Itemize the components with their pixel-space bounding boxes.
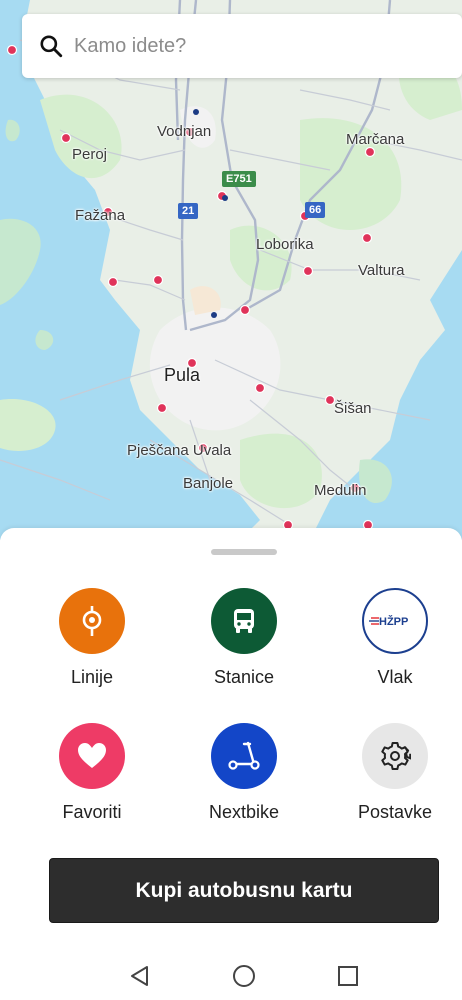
menu-item-stanice[interactable]: Stanice: [184, 588, 304, 688]
recents-icon[interactable]: [334, 962, 362, 990]
scooter-icon: [211, 723, 277, 789]
menu-label-postavke: Postavke: [357, 802, 433, 822]
bottom-sheet: Linije Stanice HŽPP Vlak Favoriti Nextbi…: [0, 528, 462, 952]
buy-ticket-button[interactable]: Kupi autobusnu kartu: [49, 858, 439, 923]
road-shield-21: 21: [178, 203, 199, 219]
place-label-pjescana-uvala: Pješčana Uvala: [127, 442, 232, 459]
road-shield-e751: E751: [222, 171, 256, 187]
place-label-marcana: Marčana: [346, 131, 405, 148]
place-label-valtura: Valtura: [358, 262, 405, 279]
menu-item-linije[interactable]: Linije: [32, 588, 152, 688]
route-pin-icon: [59, 588, 125, 654]
place-label-medulin: Medulin: [314, 482, 367, 499]
place-label-banjole: Banjole: [183, 475, 234, 492]
menu-item-nextbike[interactable]: Nextbike: [184, 723, 304, 823]
place-label-pula: Pula: [164, 365, 201, 385]
menu-label-linije: Linije: [70, 667, 114, 687]
search-icon: [40, 35, 63, 58]
menu-item-postavke[interactable]: Postavke: [335, 723, 455, 823]
place-label-peroj: Peroj: [72, 146, 108, 163]
menu-label-favoriti: Favoriti: [62, 802, 122, 822]
menu-item-favoriti[interactable]: Favoriti: [32, 723, 152, 823]
search-input[interactable]: [74, 34, 434, 58]
map-view[interactable]: Vodnjan Peroj Fažana Marčana Loborika Va…: [0, 0, 462, 540]
hzpp-logo-icon: HŽPP: [362, 588, 428, 654]
drag-handle[interactable]: [211, 549, 277, 555]
menu-item-vlak[interactable]: HŽPP Vlak: [335, 588, 455, 688]
menu-label-vlak: Vlak: [377, 667, 413, 687]
place-label-fazana: Fažana: [75, 207, 126, 224]
hzpp-logo-text: HŽPP: [379, 615, 408, 628]
search-bar[interactable]: [22, 14, 462, 78]
gear-icon: [362, 723, 428, 789]
road-shield-66: 66: [305, 202, 326, 218]
home-icon[interactable]: [230, 962, 258, 990]
back-icon[interactable]: [126, 962, 154, 990]
menu-label-stanice: Stanice: [213, 667, 275, 687]
menu-label-nextbike: Nextbike: [208, 802, 280, 822]
place-label-vodnjan: Vodnjan: [157, 123, 212, 140]
place-label-loborika: Loborika: [256, 236, 314, 253]
heart-icon: [59, 723, 125, 789]
system-nav-bar: [0, 952, 462, 1000]
bus-icon: [211, 588, 277, 654]
place-label-sisan: Šišan: [334, 400, 372, 417]
